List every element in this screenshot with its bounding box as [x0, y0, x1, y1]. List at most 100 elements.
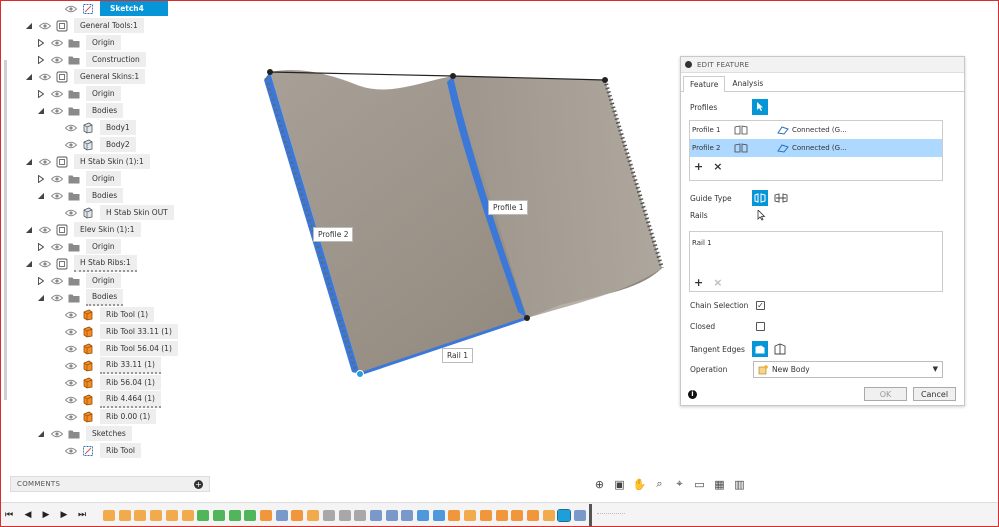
browser-item[interactable]: Origin	[36, 238, 121, 255]
expand-down-icon[interactable]: ◢	[24, 259, 34, 269]
feature-combine-icon[interactable]	[417, 510, 429, 521]
expand-right-icon[interactable]	[36, 242, 46, 252]
feature-sketch-icon[interactable]	[464, 510, 477, 521]
tab-feature[interactable]: Feature	[683, 76, 726, 92]
expand-down-icon[interactable]: ◢	[36, 191, 46, 201]
browser-scrollbar[interactable]	[4, 60, 7, 400]
feature-move-icon[interactable]	[322, 510, 335, 521]
visibility-eye-icon[interactable]	[50, 191, 64, 201]
operation-dropdown[interactable]: New Body ▼	[753, 361, 943, 378]
visibility-eye-icon[interactable]	[64, 123, 78, 133]
rail-1-label[interactable]: Rail 1	[442, 348, 473, 363]
feature-extrude-icon[interactable]	[244, 510, 257, 521]
feature-move-icon[interactable]	[338, 510, 351, 521]
feature-plane-icon[interactable]	[574, 510, 586, 521]
feature-combine-icon[interactable]	[432, 510, 445, 521]
expand-down-icon[interactable]: ◢	[24, 157, 34, 167]
feature-loft-icon[interactable]	[557, 509, 572, 522]
add-rail-icon[interactable]: +	[694, 276, 703, 289]
tab-analysis[interactable]: Analysis	[725, 75, 770, 91]
feature-component-icon[interactable]	[495, 510, 508, 521]
profile-status[interactable]: Connected (G...	[792, 126, 847, 134]
browser-item[interactable]: Rib 4.464 (1)	[50, 391, 161, 408]
browser-item[interactable]: ◢ General Tools:1	[24, 17, 144, 34]
feature-component-icon[interactable]	[511, 510, 524, 521]
visibility-eye-icon[interactable]	[64, 412, 78, 422]
expand-right-icon[interactable]	[36, 55, 46, 65]
cancel-button[interactable]: Cancel	[913, 387, 956, 401]
browser-item[interactable]: Origin	[36, 170, 121, 187]
visibility-eye-icon[interactable]	[38, 157, 52, 167]
expand-down-icon[interactable]: ◢	[36, 293, 46, 303]
visibility-eye-icon[interactable]	[50, 106, 64, 116]
feature-sketch-icon[interactable]	[118, 510, 131, 521]
profile-row[interactable]: Profile 1 Connected (G...	[690, 121, 942, 139]
profile-status[interactable]: Connected (G...	[792, 144, 847, 152]
browser-item[interactable]: Origin	[36, 272, 121, 289]
visibility-eye-icon[interactable]	[64, 4, 78, 14]
visibility-eye-icon[interactable]	[38, 21, 52, 31]
visibility-eye-icon[interactable]	[50, 55, 64, 65]
info-icon[interactable]: i	[688, 390, 697, 399]
expand-right-icon[interactable]	[36, 174, 46, 184]
ok-button[interactable]: OK	[864, 387, 907, 401]
visibility-eye-icon[interactable]	[50, 429, 64, 439]
display-settings-icon[interactable]: ▭	[692, 477, 707, 492]
visibility-eye-icon[interactable]	[50, 293, 64, 303]
timeline-prev-icon[interactable]: ◀	[22, 509, 34, 521]
browser-item[interactable]: Body2	[50, 136, 136, 153]
zoom-icon[interactable]: ⌕	[652, 477, 667, 492]
pan-icon[interactable]: ✋	[632, 477, 647, 492]
browser-item[interactable]: Body1	[50, 119, 136, 136]
vertex[interactable]	[602, 77, 608, 83]
visibility-eye-icon[interactable]	[64, 378, 78, 388]
grid-settings-icon[interactable]: ▦	[712, 477, 727, 492]
feature-sketch-icon[interactable]	[307, 510, 320, 521]
feature-component-icon[interactable]	[479, 510, 492, 521]
feature-extrude-icon[interactable]	[212, 510, 225, 521]
remove-rail-icon[interactable]: ×	[713, 276, 722, 289]
feature-sketch-icon[interactable]	[134, 510, 147, 521]
feature-sketch-icon[interactable]	[542, 510, 555, 521]
feature-plane-icon[interactable]	[401, 510, 414, 521]
timeline-last-icon[interactable]: ⏭	[76, 509, 88, 521]
add-comment-icon[interactable]: +	[194, 479, 203, 489]
visibility-eye-icon[interactable]	[38, 72, 52, 82]
browser-item[interactable]: Origin	[36, 85, 121, 102]
browser-item[interactable]: H Stab Skin OUT	[50, 204, 174, 221]
browser-item[interactable]: Rib Tool	[50, 442, 142, 459]
visibility-eye-icon[interactable]	[50, 38, 64, 48]
browser-item[interactable]: ◢ Bodies	[36, 187, 124, 204]
visibility-eye-icon[interactable]	[64, 140, 78, 150]
expand-down-icon[interactable]: ◢	[36, 429, 46, 439]
browser-item[interactable]: Origin	[36, 34, 121, 51]
vertex[interactable]	[524, 315, 530, 321]
cursor-icon[interactable]	[757, 210, 766, 221]
visibility-eye-icon[interactable]	[50, 174, 64, 184]
visibility-eye-icon[interactable]	[50, 242, 64, 252]
feature-extrude-icon[interactable]	[228, 510, 241, 521]
feature-plane-icon[interactable]	[369, 510, 382, 521]
feature-plane-icon[interactable]	[385, 510, 398, 521]
vertex[interactable]	[450, 73, 456, 79]
profile-row-selected[interactable]: Profile 2 Connected (G...	[690, 139, 942, 157]
panel-collapse-icon[interactable]	[685, 61, 692, 68]
visibility-eye-icon[interactable]	[38, 259, 52, 269]
feature-component-icon[interactable]	[526, 510, 539, 521]
look-at-icon[interactable]: ▣	[612, 477, 627, 492]
profile-2-label[interactable]: Profile 2	[313, 227, 354, 242]
browser-item[interactable]: ◢ Bodies	[36, 102, 124, 119]
vertex[interactable]	[356, 370, 364, 378]
tangent-edges-keep-button[interactable]	[774, 343, 786, 355]
feature-sketch-icon[interactable]	[165, 510, 178, 521]
chain-selection-checkbox[interactable]: ✓	[756, 301, 765, 310]
timeline-next-icon[interactable]: ▶	[58, 509, 70, 521]
expand-right-icon[interactable]	[36, 38, 46, 48]
visibility-eye-icon[interactable]	[64, 361, 78, 371]
timeline-first-icon[interactable]: ⏮	[3, 509, 15, 521]
browser-item-selected[interactable]: Sketch4	[50, 0, 168, 17]
remove-profile-icon[interactable]: ×	[713, 160, 722, 173]
browser-item[interactable]: Rib Tool 33.11 (1)	[50, 323, 178, 340]
visibility-eye-icon[interactable]	[64, 446, 78, 456]
browser-item[interactable]: ◢ Sketches	[36, 425, 132, 442]
